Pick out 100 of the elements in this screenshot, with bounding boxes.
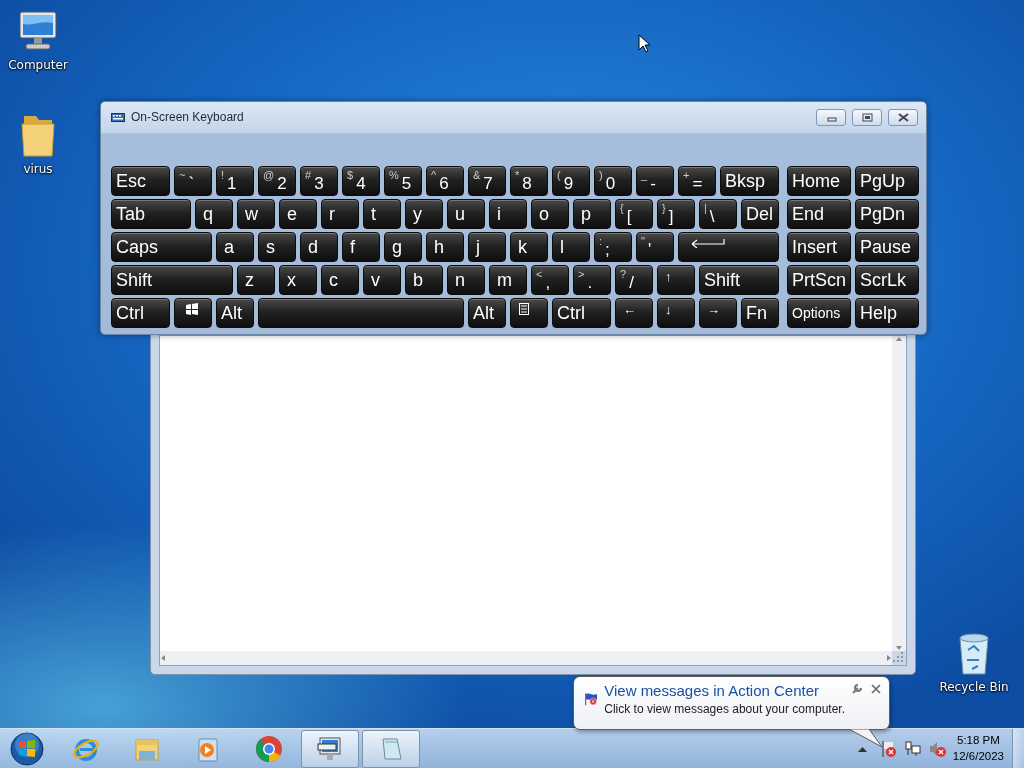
- keyboard-key[interactable]: ↑: [657, 265, 695, 295]
- keyboard-key[interactable]: ^ 6: [426, 166, 464, 196]
- keyboard-key[interactable]: e: [279, 199, 317, 229]
- keyboard-key[interactable]: s: [258, 232, 296, 262]
- resize-grip-icon: [892, 651, 904, 663]
- close-button[interactable]: [888, 108, 918, 126]
- keyboard-key[interactable]: Fn: [741, 298, 779, 328]
- notification-title[interactable]: View messages in Action Center: [604, 683, 845, 700]
- network-icon[interactable]: [904, 740, 921, 757]
- keyboard-key[interactable]: n: [447, 265, 485, 295]
- keyboard-key[interactable]: > .: [573, 265, 611, 295]
- keyboard-key[interactable]: Shift: [699, 265, 779, 295]
- keyboard-key[interactable]: & 7: [468, 166, 506, 196]
- keyboard-key[interactable]: Caps: [111, 232, 212, 262]
- keyboard-key[interactable]: ←: [615, 298, 653, 328]
- keyboard-key[interactable]: h: [426, 232, 464, 262]
- icon-label: virus: [23, 161, 53, 178]
- notification-balloon[interactable]: View messages in Action Center Click to view messages about your computer.: [573, 676, 890, 730]
- scroll-right-icon: [886, 654, 892, 662]
- horizontal-scrollbar[interactable]: [160, 651, 892, 665]
- keyboard-key[interactable]: l: [552, 232, 590, 262]
- action-center-icon[interactable]: [880, 739, 897, 758]
- keyboard-key[interactable]: $ 4: [342, 166, 380, 196]
- show-hidden-icons-icon[interactable]: [857, 745, 867, 752]
- keyboard-key[interactable]: f: [342, 232, 380, 262]
- keyboard-key[interactable]: | \: [699, 199, 737, 229]
- close-icon[interactable]: [871, 684, 881, 694]
- keyboard-key[interactable]: ScrLk: [855, 265, 919, 295]
- vertical-scrollbar[interactable]: [892, 336, 906, 651]
- keyboard-key[interactable]: PgDn: [855, 199, 919, 229]
- taskbar-button[interactable]: [301, 729, 359, 768]
- keyboard-key[interactable]: Ctrl: [111, 298, 170, 328]
- restore-button[interactable]: [852, 108, 882, 126]
- icon-label: Computer: [8, 57, 68, 74]
- keyboard-key[interactable]: ~ `: [174, 166, 212, 196]
- keyboard-key[interactable]: Home: [787, 166, 851, 196]
- windows-key[interactable]: [174, 298, 212, 328]
- speaker-muted-icon[interactable]: [928, 740, 947, 757]
- taskbar-button[interactable]: [362, 729, 420, 768]
- mouse-cursor-icon: [638, 34, 650, 53]
- clock[interactable]: 5:18 PM 12/6/2023: [952, 733, 1004, 764]
- keyboard-key[interactable]: q: [195, 199, 233, 229]
- keyboard-key[interactable]: % 5: [384, 166, 422, 196]
- keyboard-key[interactable]: j: [468, 232, 506, 262]
- keyboard-key[interactable]: v: [363, 265, 401, 295]
- keyboard-key[interactable]: a: [216, 232, 254, 262]
- keyboard-key[interactable]: Options: [787, 298, 851, 328]
- wrench-icon[interactable]: [851, 683, 863, 695]
- keyboard-key[interactable]: + =: [678, 166, 716, 196]
- keyboard-key[interactable]: Help: [855, 298, 919, 328]
- keyboard-key[interactable]: u: [447, 199, 485, 229]
- keyboard-key[interactable]: { [: [615, 199, 653, 229]
- keyboard-key[interactable]: i: [489, 199, 527, 229]
- show-desktop-button[interactable]: [1012, 728, 1024, 768]
- keyboard-key[interactable]: y: [405, 199, 443, 229]
- keyboard-key[interactable]: d: [300, 232, 338, 262]
- keyboard-key[interactable]: b: [405, 265, 443, 295]
- keyboard-key[interactable]: " ': [636, 232, 674, 262]
- keyboard-key[interactable]: ? /: [615, 265, 653, 295]
- scroll-down-icon: [895, 645, 903, 651]
- enter-key[interactable]: [678, 232, 779, 262]
- keyboard-key[interactable]: Alt: [216, 298, 254, 328]
- keyboard-key[interactable]: g: [384, 232, 422, 262]
- keyboard-key[interactable]: m: [489, 265, 527, 295]
- keyboard-key[interactable]: t: [363, 199, 401, 229]
- keyboard-key[interactable]: Esc: [111, 166, 170, 196]
- keyboard-key[interactable]: Ctrl: [552, 298, 611, 328]
- keyboard-key[interactable]: @ 2: [258, 166, 296, 196]
- keyboard-key[interactable]: PrtScn: [787, 265, 851, 295]
- keyboard-key[interactable]: Shift: [111, 265, 233, 295]
- keyboard-key[interactable]: →: [699, 298, 737, 328]
- minimize-button[interactable]: [816, 108, 846, 126]
- keyboard-key[interactable]: Pause: [855, 232, 919, 262]
- keyboard-key[interactable]: * 8: [510, 166, 548, 196]
- keyboard-key[interactable]: Insert: [787, 232, 851, 262]
- keyboard-key[interactable]: } ]: [657, 199, 695, 229]
- keyboard-key[interactable]: ↓: [657, 298, 695, 328]
- keyboard-key[interactable]: Alt: [468, 298, 506, 328]
- keyboard-key[interactable]: # 3: [300, 166, 338, 196]
- keyboard-key[interactable]: r: [321, 199, 359, 229]
- keyboard-key[interactable]: z: [237, 265, 275, 295]
- keyboard-key[interactable]: c: [321, 265, 359, 295]
- keyboard-key[interactable]: k: [510, 232, 548, 262]
- keyboard-key[interactable]: PgUp: [855, 166, 919, 196]
- keyboard-key[interactable]: End: [787, 199, 851, 229]
- keyboard-key[interactable]: p: [573, 199, 611, 229]
- keyboard-key[interactable]: ( 9: [552, 166, 590, 196]
- keyboard-key[interactable]: _ -: [636, 166, 674, 196]
- keyboard-key[interactable]: o: [531, 199, 569, 229]
- keyboard-key[interactable]: Tab: [111, 199, 191, 229]
- keyboard-key[interactable]: x: [279, 265, 317, 295]
- keyboard-key[interactable]: : ;: [594, 232, 632, 262]
- keyboard-key[interactable]: ! 1: [216, 166, 254, 196]
- keyboard-key[interactable]: < ,: [531, 265, 569, 295]
- menu-key[interactable]: [510, 298, 548, 328]
- keyboard-key[interactable]: ) 0: [594, 166, 632, 196]
- keyboard-key[interactable]: Bksp: [720, 166, 779, 196]
- keyboard-key[interactable]: w: [237, 199, 275, 229]
- space-key[interactable]: [258, 298, 464, 328]
- keyboard-key[interactable]: Del: [741, 199, 779, 229]
